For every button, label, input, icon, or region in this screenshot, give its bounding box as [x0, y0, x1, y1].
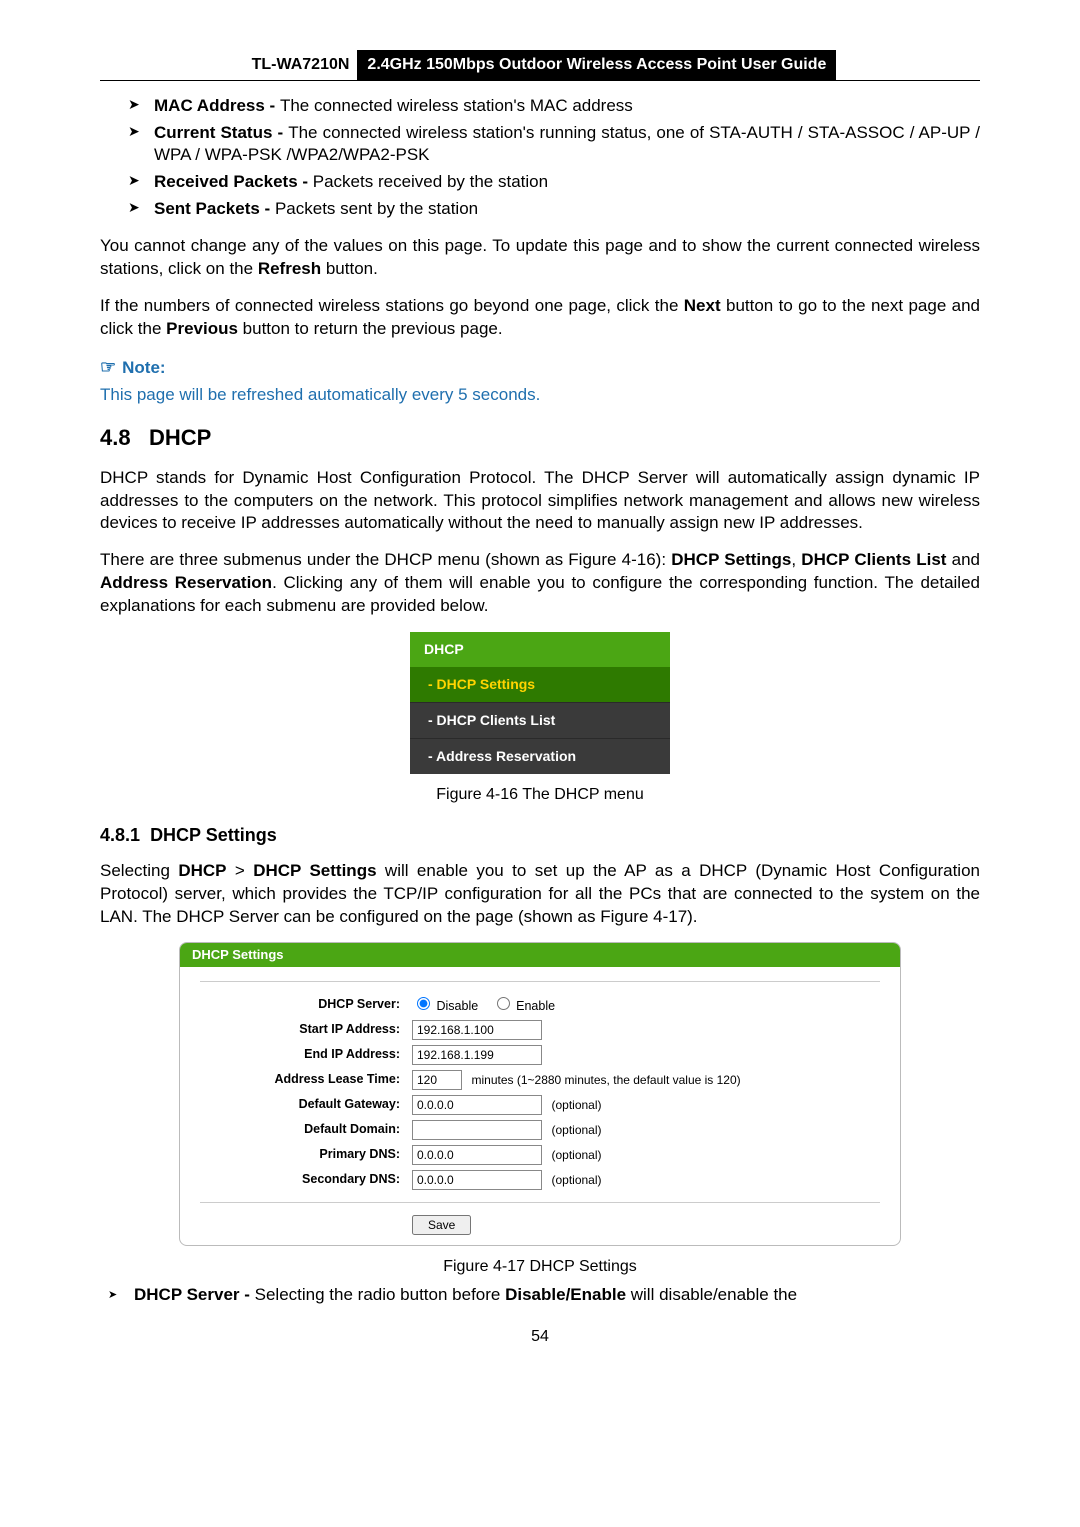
lease-input[interactable]: [412, 1070, 462, 1090]
optional-hint: (optional): [551, 1173, 601, 1187]
pointing-hand-icon: ☞: [100, 357, 116, 377]
dhcp-menu-figure: DHCP - DHCP Settings - DHCP Clients List…: [410, 632, 670, 774]
page-number: 54: [100, 1326, 980, 1348]
lease-hint: minutes (1~2880 minutes, the default val…: [471, 1073, 740, 1087]
optional-hint: (optional): [551, 1148, 601, 1162]
radio-enable[interactable]: [497, 997, 510, 1010]
label-end-ip: End IP Address:: [200, 1046, 412, 1063]
menu-item: - DHCP Clients List: [410, 702, 670, 738]
menu-item: - Address Reservation: [410, 738, 670, 774]
divider: [200, 1202, 880, 1203]
list-item: Current Status - The connected wireless …: [128, 122, 980, 168]
label-primary-dns: Primary DNS:: [200, 1146, 412, 1163]
term: Received Packets -: [154, 172, 313, 191]
row-start-ip: Start IP Address:: [200, 1020, 880, 1040]
row-end-ip: End IP Address:: [200, 1045, 880, 1065]
term: MAC Address -: [154, 96, 280, 115]
gateway-input[interactable]: [412, 1095, 542, 1115]
definition: The connected wireless station's MAC add…: [280, 96, 633, 115]
label-start-ip: Start IP Address:: [200, 1021, 412, 1038]
optional-hint: (optional): [551, 1098, 601, 1112]
row-dhcp-server: DHCP Server: Disable Enable: [200, 994, 880, 1015]
subsection-heading: 4.8.1 DHCP Settings: [100, 823, 980, 847]
list-item: Sent Packets - Packets sent by the stati…: [128, 198, 980, 221]
paragraph: Selecting DHCP > DHCP Settings will enab…: [100, 860, 980, 929]
menu-header: DHCP: [410, 632, 670, 667]
start-ip-input[interactable]: [412, 1020, 542, 1040]
row-domain: Default Domain: (optional): [200, 1120, 880, 1140]
figure-caption: Figure 4-17 DHCP Settings: [100, 1256, 980, 1278]
radio-enable-label[interactable]: Enable: [492, 999, 555, 1013]
section-number: 4.8: [100, 425, 131, 450]
label-dhcp-server: DHCP Server:: [200, 996, 412, 1013]
definition: Packets sent by the station: [275, 199, 478, 218]
figure-caption: Figure 4-16 The DHCP menu: [100, 784, 980, 806]
list-item: DHCP Server - Selecting the radio button…: [108, 1284, 980, 1307]
note-label: Note:: [122, 358, 165, 377]
header-rule: [100, 80, 980, 81]
divider: [200, 981, 880, 982]
subsection-number: 4.8.1: [100, 825, 140, 845]
paragraph: There are three submenus under the DHCP …: [100, 549, 980, 618]
guide-title: 2.4GHz 150Mbps Outdoor Wireless Access P…: [357, 50, 836, 80]
label-secondary-dns: Secondary DNS:: [200, 1171, 412, 1188]
end-ip-input[interactable]: [412, 1045, 542, 1065]
label-domain: Default Domain:: [200, 1121, 412, 1138]
list-item: MAC Address - The connected wireless sta…: [128, 95, 980, 118]
list-item: Received Packets - Packets received by t…: [128, 171, 980, 194]
definition-list: DHCP Server - Selecting the radio button…: [100, 1284, 980, 1307]
optional-hint: (optional): [551, 1123, 601, 1137]
row-gateway: Default Gateway: (optional): [200, 1095, 880, 1115]
section-heading: 4.8 DHCP: [100, 423, 980, 453]
row-primary-dns: Primary DNS: (optional): [200, 1145, 880, 1165]
menu-item-selected: - DHCP Settings: [410, 667, 670, 702]
label-lease: Address Lease Time:: [200, 1071, 412, 1088]
paragraph: You cannot change any of the values on t…: [100, 235, 980, 281]
section-title: DHCP: [149, 425, 211, 450]
model-label: TL-WA7210N: [244, 50, 358, 80]
note-text: This page will be refreshed automaticall…: [100, 384, 980, 407]
secondary-dns-input[interactable]: [412, 1170, 542, 1190]
term: DHCP Server -: [134, 1285, 255, 1304]
doc-header: TL-WA7210N 2.4GHz 150Mbps Outdoor Wirele…: [100, 50, 980, 80]
dhcp-settings-panel: DHCP Settings DHCP Server: Disable Enabl…: [179, 942, 901, 1245]
label-gateway: Default Gateway:: [200, 1096, 412, 1113]
definition: Packets received by the station: [313, 172, 548, 191]
panel-title: DHCP Settings: [180, 943, 900, 967]
row-lease: Address Lease Time: minutes (1~2880 minu…: [200, 1070, 880, 1090]
term: Current Status -: [154, 123, 288, 142]
radio-disable[interactable]: [417, 997, 430, 1010]
paragraph: If the numbers of connected wireless sta…: [100, 295, 980, 341]
primary-dns-input[interactable]: [412, 1145, 542, 1165]
domain-input[interactable]: [412, 1120, 542, 1140]
term: Sent Packets -: [154, 199, 275, 218]
paragraph: DHCP stands for Dynamic Host Configurati…: [100, 467, 980, 536]
definition-list: MAC Address - The connected wireless sta…: [100, 95, 980, 222]
subsection-title: DHCP Settings: [150, 825, 277, 845]
row-secondary-dns: Secondary DNS: (optional): [200, 1170, 880, 1190]
save-button[interactable]: Save: [412, 1215, 471, 1235]
radio-disable-label[interactable]: Disable: [412, 999, 478, 1013]
note-block: ☞ Note: This page will be refreshed autom…: [100, 355, 980, 407]
